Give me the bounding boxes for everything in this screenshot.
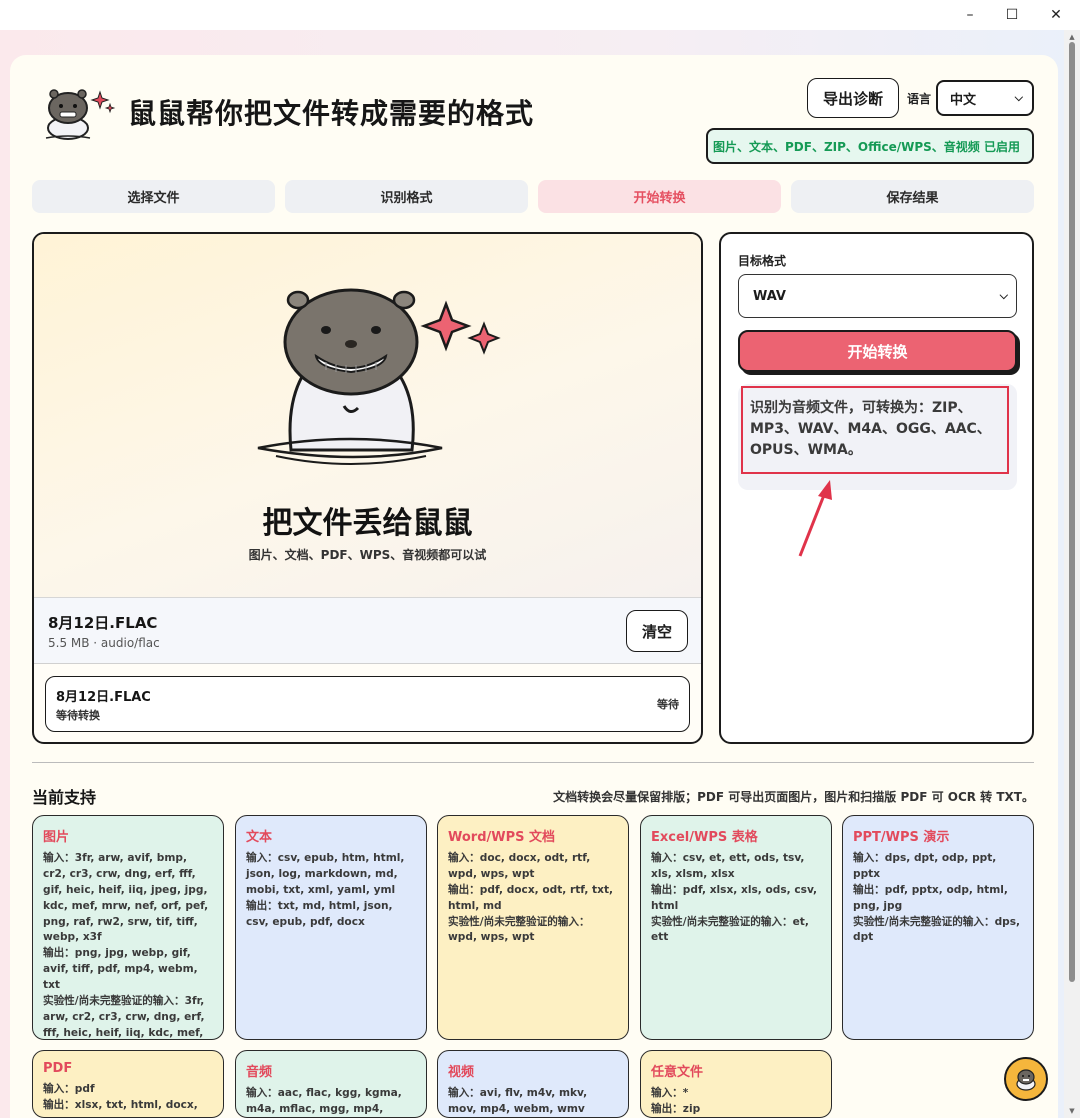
language-label: 语言: [907, 92, 932, 106]
chevron-down-icon: ⌵: [1014, 91, 1023, 104]
drop-zone-subtitle: 图片、文档、PDF、WPS、音视频都可以试: [248, 548, 487, 562]
format-card-text: 输入：csv, epub, htm, html, json, log, mark…: [246, 852, 405, 928]
format-card-title: Word/WPS 文档: [448, 830, 556, 845]
format-card-title: 文本: [246, 830, 273, 845]
hamster-mascot-icon: [257, 288, 501, 465]
step-select-file[interactable]: 选择文件: [32, 180, 275, 213]
scroll-up-icon[interactable]: ▲: [1067, 32, 1077, 42]
format-card-text: 输入：3fr, arw, avif, bmp, cr2, cr3, crw, d…: [43, 852, 209, 1039]
close-button[interactable]: ✕: [1034, 0, 1078, 30]
convert-options-panel: 目标格式 WAV ⌵ 开始转换 识别为音频文件，可转换为：ZIP、MP3、WAV…: [719, 232, 1034, 744]
selected-file-meta: 5.5 MB · audio/flac: [48, 636, 160, 650]
scrollbar-thumb[interactable]: [1069, 42, 1075, 982]
section-divider: [32, 762, 1034, 763]
window-titlebar: – ☐ ✕: [0, 0, 1080, 30]
start-convert-button[interactable]: 开始转换: [738, 330, 1017, 372]
format-card-text: 输入：pdf 输出：xlsx, txt, html, docx,: [43, 1083, 198, 1111]
selected-file-info: 8月12日.FLAC 5.5 MB · audio/flac 清空: [34, 598, 701, 664]
format-card-title: 图片: [43, 830, 70, 845]
queue-item-name: 8月12日.FLAC: [56, 690, 151, 705]
enabled-status-badge: 图片、文本、PDF、ZIP、Office/WPS、音视频 已启用: [706, 128, 1034, 164]
step-start-convert[interactable]: 开始转换: [538, 180, 781, 213]
queue-item: 8月12日.FLAC 等待转换 等待: [45, 676, 690, 732]
format-card-title: PPT/WPS 演示: [853, 830, 950, 845]
detection-info-text: 识别为音频文件，可转换为：ZIP、MP3、WAV、M4A、OGG、AAC、OPU…: [750, 400, 991, 458]
queue-item-status: 等待: [657, 698, 679, 711]
queue-item-state: 等待转换: [56, 709, 100, 722]
drop-zone-title: 把文件丢给鼠鼠: [262, 506, 473, 541]
support-section-note: 文档转换会尽量保留排版；PDF 可导出页面图片，图片和扫描版 PDF 可 OCR…: [553, 790, 1034, 804]
format-card-text: 输入：aac, flac, kgg, kgma, m4a, mflac, mgg…: [246, 1087, 402, 1115]
format-card-title: PDF: [43, 1061, 73, 1076]
format-card-video: 视频 输入：avi, flv, m4v, mkv, mov, mp4, webm…: [437, 1050, 629, 1118]
target-format-select[interactable]: WAV ⌵: [738, 274, 1017, 318]
minimize-button[interactable]: –: [948, 0, 992, 30]
upload-panel: 把文件丢给鼠鼠 图片、文档、PDF、WPS、音视频都可以试 8月12日.FLAC…: [32, 232, 703, 744]
step-save-result[interactable]: 保存结果: [791, 180, 1034, 213]
format-card-text: 输入：dps, dpt, odp, ppt, pptx 输出：pdf, pptx,…: [853, 852, 1021, 944]
support-section-title: 当前支持: [32, 788, 97, 807]
format-card-title: 视频: [448, 1065, 475, 1080]
language-select[interactable]: 中文 ⌵: [936, 80, 1034, 116]
floating-help-button[interactable]: [1004, 1057, 1048, 1101]
file-drop-zone[interactable]: 把文件丢给鼠鼠 图片、文档、PDF、WPS、音视频都可以试: [34, 234, 701, 598]
red-arrow-icon: [798, 480, 832, 557]
detection-info-box: 识别为音频文件，可转换为：ZIP、MP3、WAV、M4A、OGG、AAC、OPU…: [738, 384, 1017, 490]
format-card-title: 任意文件: [651, 1065, 704, 1080]
format-card-text: 输入：avi, flv, m4v, mkv, mov, mp4, webm, w…: [448, 1087, 588, 1115]
selected-file-name: 8月12日.FLAC: [48, 614, 158, 632]
format-card-word: Word/WPS 文档 输入：doc, docx, odt, rtf, wpd,…: [437, 815, 629, 1040]
maximize-button[interactable]: ☐: [990, 0, 1034, 30]
format-card-any: 任意文件 输入：* 输出：zip: [640, 1050, 832, 1118]
export-diagnostics-button[interactable]: 导出诊断: [807, 78, 899, 118]
format-card-text: 输入：csv, et, ett, ods, tsv, xls, xlsm, xl…: [651, 852, 818, 944]
format-card-text: 文本 输入：csv, epub, htm, html, json, log, m…: [235, 815, 427, 1040]
format-card-title: Excel/WPS 表格: [651, 830, 758, 845]
format-card-ppt: PPT/WPS 演示 输入：dps, dpt, odp, ppt, pptx 输出…: [842, 815, 1034, 1040]
hamster-logo-icon: [45, 89, 116, 140]
vertical-scrollbar[interactable]: ▲ ▼: [1064, 30, 1080, 1118]
format-card-excel: Excel/WPS 表格 输入：csv, et, ett, ods, tsv, …: [640, 815, 832, 1040]
target-format-value: WAV: [753, 288, 786, 304]
format-card-image: 图片 输入：3fr, arw, avif, bmp, cr2, cr3, crw…: [32, 815, 224, 1040]
format-card-text: 输入：doc, docx, odt, rtf, wpd, wps, wpt 输出：…: [448, 852, 614, 944]
clear-button[interactable]: 清空: [626, 610, 688, 652]
hamster-avatar-icon: [1016, 1069, 1036, 1091]
format-card-title: 音频: [246, 1065, 273, 1080]
format-card-text: 输入：* 输出：zip: [651, 1087, 701, 1115]
target-format-label: 目标格式: [738, 254, 787, 268]
language-select-value: 中文: [950, 92, 977, 108]
format-card-audio: 音频 输入：aac, flac, kgg, kgma, m4a, mflac, …: [235, 1050, 427, 1118]
step-detect-format[interactable]: 识别格式: [285, 180, 528, 213]
scroll-down-icon[interactable]: ▼: [1067, 1106, 1077, 1116]
chevron-down-icon: ⌵: [999, 289, 1008, 302]
app-title: 鼠鼠帮你把文件转成需要的格式: [128, 97, 535, 130]
format-card-pdf: PDF 输入：pdf 输出：xlsx, txt, html, docx,: [32, 1050, 224, 1118]
